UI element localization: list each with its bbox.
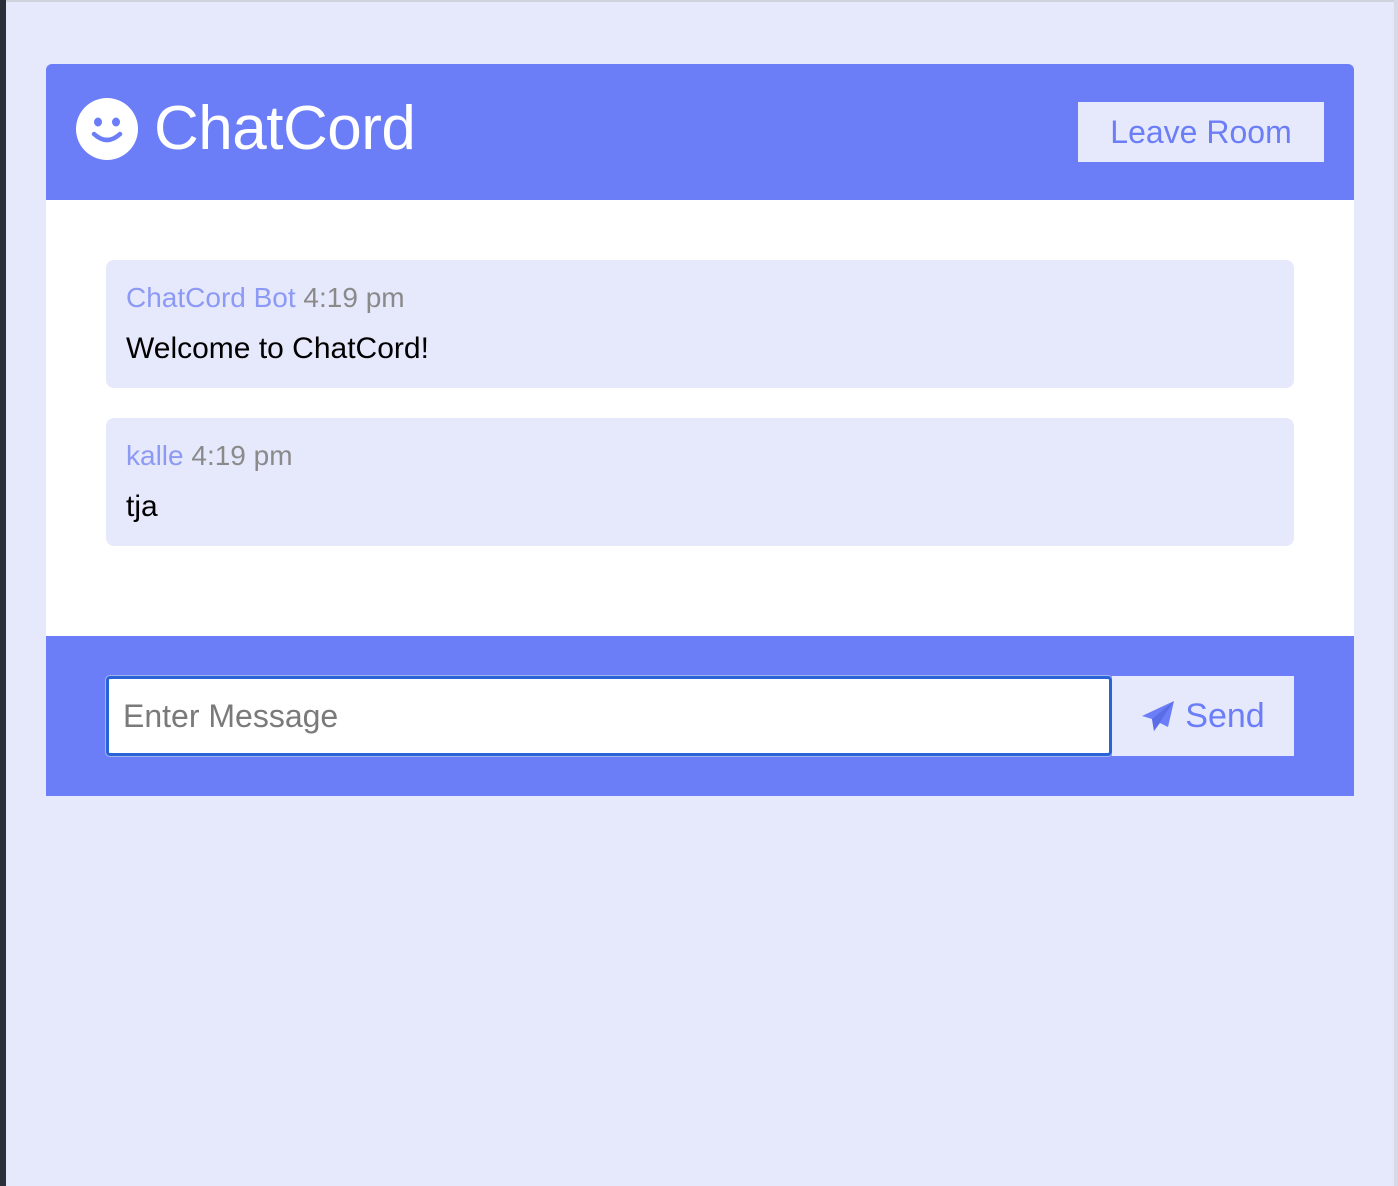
chat-container: ChatCord Leave Room ChatCord Bot 4:19 pm… bbox=[46, 64, 1354, 796]
leave-room-button[interactable]: Leave Room bbox=[1078, 102, 1324, 162]
app-title: ChatCord bbox=[154, 94, 416, 163]
message-meta: kalle 4:19 pm bbox=[126, 440, 293, 472]
message: kalle 4:19 pm tja bbox=[106, 418, 1294, 546]
send-button[interactable]: Send bbox=[1112, 676, 1294, 756]
chat-header: ChatCord Leave Room bbox=[46, 64, 1354, 200]
message-input[interactable] bbox=[105, 675, 1113, 757]
message-timestamp: 4:19 pm bbox=[191, 440, 293, 471]
brand: ChatCord bbox=[76, 94, 416, 163]
window-left-edge bbox=[0, 0, 6, 1186]
paper-plane-icon bbox=[1142, 701, 1175, 731]
window-top-border bbox=[6, 0, 1394, 2]
message-text: tja bbox=[126, 490, 158, 523]
message-timestamp: 4:19 pm bbox=[303, 282, 405, 313]
chat-form: Send bbox=[105, 675, 1294, 757]
chat-main: ChatCord Bot 4:19 pm Welcome to ChatCord… bbox=[46, 200, 1354, 636]
message-username: kalle bbox=[126, 440, 184, 471]
window-right-edge bbox=[1394, 0, 1398, 1186]
chat-messages: ChatCord Bot 4:19 pm Welcome to ChatCord… bbox=[106, 260, 1294, 576]
smile-icon bbox=[76, 98, 138, 160]
message-text: Welcome to ChatCord! bbox=[126, 332, 429, 365]
message-meta: ChatCord Bot 4:19 pm bbox=[126, 282, 405, 314]
send-label: Send bbox=[1185, 696, 1265, 735]
message: ChatCord Bot 4:19 pm Welcome to ChatCord… bbox=[106, 260, 1294, 388]
message-username: ChatCord Bot bbox=[126, 282, 296, 313]
chat-form-container: Send bbox=[46, 636, 1354, 796]
